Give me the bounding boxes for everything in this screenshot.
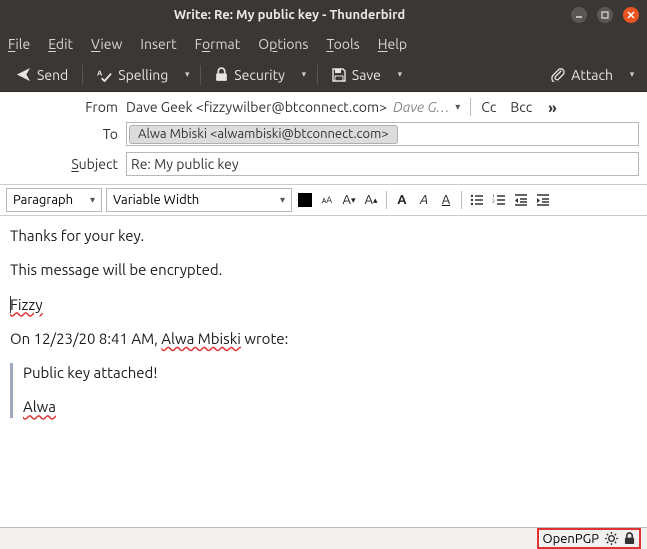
separator — [470, 98, 471, 116]
toolbar-separator — [82, 65, 83, 85]
menu-edit[interactable]: Edit — [48, 36, 73, 52]
lock-icon — [215, 67, 228, 82]
font-size-small-button[interactable]: A▾ — [340, 193, 358, 207]
lock-closed-icon — [624, 532, 635, 545]
subject-label: Subject — [8, 156, 118, 172]
text-color-button[interactable] — [296, 193, 314, 207]
from-identity-extra: Dave G… — [393, 99, 449, 115]
quote-intro: On 12/23/20 8:41 AM, Alwa Mbiski wrote: — [10, 329, 637, 349]
send-label: Send — [37, 67, 68, 83]
attach-dropdown[interactable]: ▾ — [625, 68, 639, 82]
security-label: Security — [234, 67, 285, 83]
window-title: Write: Re: My public key - Thunderbird — [8, 8, 571, 22]
from-identity-dropdown[interactable]: ▾ — [455, 101, 460, 113]
to-field[interactable]: Alwa Mbiski <alwambiski@btconnect.com> — [126, 122, 639, 146]
attach-button[interactable]: Attach — [542, 63, 621, 87]
menu-view[interactable]: View — [91, 36, 122, 52]
italic-button[interactable]: A — [415, 193, 433, 207]
quoted-block: Public key attached! Alwa — [10, 363, 637, 418]
quoted-line: Alwa — [23, 397, 637, 417]
openpgp-status[interactable]: OpenPGP — [537, 528, 641, 549]
menu-format[interactable]: Format — [195, 36, 241, 52]
attach-label: Attach — [571, 67, 613, 83]
underline-button[interactable]: A — [437, 193, 455, 207]
spelling-button[interactable]: A Spelling — [89, 63, 176, 87]
to-label: To — [8, 126, 118, 142]
font-size-large-button[interactable]: A▴ — [362, 193, 380, 207]
more-recipients-button[interactable]: » — [548, 99, 556, 116]
svg-text:2: 2 — [492, 198, 495, 204]
save-label: Save — [352, 67, 381, 83]
recipient-pill[interactable]: Alwa Mbiski <alwambiski@btconnect.com> — [129, 125, 398, 144]
separator — [386, 191, 387, 209]
menu-insert[interactable]: Insert — [140, 36, 176, 52]
menu-file[interactable]: File — [8, 36, 30, 52]
bullet-list-button[interactable] — [468, 193, 486, 207]
color-swatch-icon — [298, 193, 312, 207]
send-icon — [16, 67, 31, 82]
svg-text:A: A — [97, 69, 103, 77]
paperclip-icon — [550, 67, 565, 82]
from-identity[interactable]: Dave Geek <fizzywilber@btconnect.com> — [126, 99, 387, 115]
save-button[interactable]: Save — [324, 63, 389, 87]
security-dropdown[interactable]: ▾ — [297, 68, 311, 82]
font-family-value: Variable Width — [113, 193, 199, 207]
chevron-down-icon: ▾ — [280, 194, 285, 206]
bcc-button[interactable]: Bcc — [510, 99, 532, 115]
subject-field[interactable]: Re: My public key — [126, 152, 639, 176]
toolbar-separator — [317, 65, 318, 85]
quoted-line: Public key attached! — [23, 363, 637, 383]
window-close-button[interactable] — [623, 7, 639, 23]
save-icon — [332, 68, 346, 82]
outdent-button[interactable] — [512, 193, 530, 207]
settings-cog-icon — [605, 532, 618, 545]
message-body[interactable]: Thanks for your key. This message will b… — [0, 216, 647, 527]
security-button[interactable]: Security — [207, 63, 293, 87]
chevron-down-icon: ▾ — [90, 194, 95, 206]
font-family-select[interactable]: Variable Width ▾ — [106, 188, 292, 212]
cc-button[interactable]: Cc — [481, 99, 496, 115]
signature-line: Fizzy — [10, 295, 637, 315]
bold-button[interactable]: A — [393, 193, 411, 207]
paragraph-style-select[interactable]: Paragraph ▾ — [6, 188, 102, 212]
toolbar-separator — [200, 65, 201, 85]
menu-tools[interactable]: Tools — [326, 36, 359, 52]
save-dropdown[interactable]: ▾ — [393, 68, 407, 82]
spelling-dropdown[interactable]: ▾ — [180, 68, 194, 82]
spellcheck-icon: A — [97, 67, 112, 82]
decrease-font-size-button[interactable]: ᴀA — [318, 195, 336, 205]
indent-button[interactable] — [534, 193, 552, 207]
menu-help[interactable]: Help — [378, 36, 407, 52]
paragraph-style-value: Paragraph — [13, 193, 73, 207]
window-minimize-button[interactable] — [571, 7, 587, 23]
body-line: Thanks for your key. — [10, 226, 637, 246]
send-button[interactable]: Send — [8, 63, 76, 87]
separator — [461, 191, 462, 209]
menu-options[interactable]: Options — [258, 36, 308, 52]
window-maximize-button[interactable] — [597, 7, 613, 23]
from-label: From — [8, 99, 118, 115]
body-line: This message will be encrypted. — [10, 260, 637, 280]
openpgp-label: OpenPGP — [543, 532, 599, 546]
spelling-label: Spelling — [118, 67, 168, 83]
numbered-list-button[interactable]: 12 — [490, 193, 508, 207]
